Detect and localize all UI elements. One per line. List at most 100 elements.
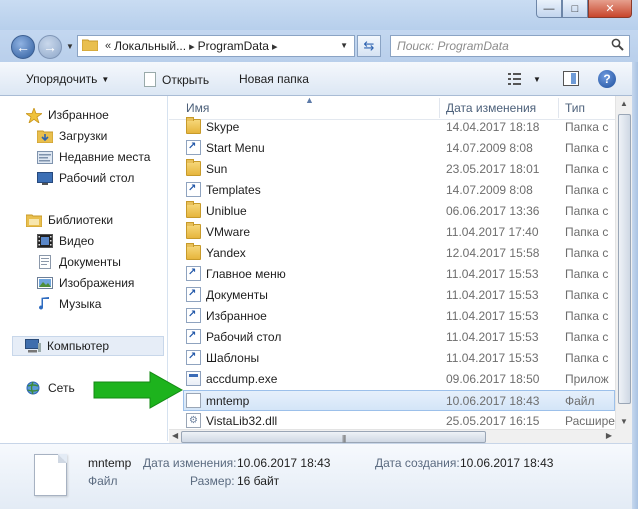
recent-pages-dropdown[interactable]: ▼ <box>66 42 74 51</box>
file-row[interactable]: VistaLib32.dll 25.05.2017 16:15 Расшире <box>169 411 615 429</box>
pictures-icon <box>37 276 53 290</box>
column-header-name[interactable]: Имя <box>186 101 209 115</box>
file-row[interactable]: Рабочий стол 11.04.2017 15:53 Папка с <box>169 327 615 348</box>
sidebar-item-pictures[interactable]: Изображения <box>37 273 166 293</box>
horizontal-scrollbar[interactable]: ◀ ||| ▶ <box>169 429 615 443</box>
breadcrumb-programdata[interactable]: ProgramData <box>198 39 269 53</box>
file-date-modified: 09.06.2017 18:50 <box>446 372 540 386</box>
column-divider[interactable] <box>558 98 559 118</box>
refresh-button[interactable]: ⇆ <box>357 35 381 57</box>
minimize-button[interactable]: — <box>536 0 562 18</box>
file-name: VMware <box>206 225 251 239</box>
file-row[interactable]: Избранное 11.04.2017 15:53 Папка с <box>169 306 615 327</box>
forward-button[interactable]: → <box>38 35 62 59</box>
sidebar-item-label: Избранное <box>48 108 109 122</box>
file-row[interactable]: Skype 14.04.2017 18:18 Папка с <box>169 117 615 138</box>
file-type: Папка с <box>565 330 609 344</box>
search-input[interactable]: Поиск: ProgramData <box>390 35 630 57</box>
sidebar-item-label: Рабочий стол <box>59 171 135 185</box>
shortcut-folder-icon <box>186 287 201 302</box>
open-button[interactable]: Открыть <box>144 72 209 87</box>
new-folder-button[interactable]: Новая папка <box>239 72 309 86</box>
file-date-modified: 25.05.2017 16:15 <box>446 414 540 428</box>
change-view-icon[interactable] <box>508 72 524 86</box>
file-row[interactable]: Sun 23.05.2017 18:01 Папка с <box>169 159 615 180</box>
scroll-right-icon[interactable]: ▶ <box>606 431 612 440</box>
file-row[interactable]: Uniblue 06.06.2017 13:36 Папка с <box>169 201 615 222</box>
column-divider[interactable] <box>439 98 440 118</box>
sidebar-item-libraries[interactable]: Библиотеки <box>25 210 166 230</box>
file-date-modified: 11.04.2017 15:53 <box>446 288 539 302</box>
organize-button[interactable]: Упорядочить ▼ <box>26 72 109 86</box>
details-created-label: Дата создания: <box>375 456 460 470</box>
sidebar-item-documents[interactable]: Документы <box>37 252 166 272</box>
file-date-modified: 14.04.2017 18:18 <box>446 120 540 134</box>
scroll-left-icon[interactable]: ◀ <box>172 431 178 440</box>
sidebar-item-video[interactable]: Видео <box>37 231 166 251</box>
preview-pane-icon[interactable] <box>563 71 579 86</box>
file-row[interactable]: Главное меню 11.04.2017 15:53 Папка с <box>169 264 615 285</box>
details-pane: mntemp Файл Дата изменения: 10.06.2017 1… <box>0 443 632 509</box>
sidebar-item-favorites[interactable]: Избранное <box>24 105 166 125</box>
shortcut-folder-icon <box>186 350 201 365</box>
sidebar-item-label: Музыка <box>59 297 102 311</box>
file-name: Sun <box>206 162 228 176</box>
address-overflow-chevron[interactable]: « <box>105 40 111 52</box>
file-name: Избранное <box>206 309 267 323</box>
file-row[interactable]: Start Menu 14.07.2009 8:08 Папка с <box>169 138 615 159</box>
file-row[interactable]: accdump.exe 09.06.2017 18:50 Прилож <box>169 369 615 390</box>
breadcrumb-separator-icon[interactable]: ▸ <box>272 40 278 53</box>
file-date-modified: 06.06.2017 13:36 <box>446 204 540 218</box>
sidebar-item-label: Изображения <box>59 276 135 290</box>
file-date-modified: 11.04.2017 15:53 <box>446 267 539 281</box>
file-name: Yandex <box>206 246 246 260</box>
shortcut-folder-icon <box>186 140 201 155</box>
view-options-dropdown[interactable]: ▼ <box>533 75 541 84</box>
column-header-date[interactable]: Дата изменения <box>446 101 536 115</box>
help-icon[interactable]: ? <box>598 70 616 88</box>
file-row-selected[interactable]: mntemp 10.06.2017 18:43 Файл <box>183 390 615 411</box>
breadcrumb-separator-icon[interactable]: ▸ <box>189 40 195 53</box>
sort-ascending-icon: ▲ <box>305 96 314 105</box>
sidebar-item-computer[interactable]: Компьютер <box>12 336 164 356</box>
vertical-scroll-thumb[interactable] <box>618 114 631 404</box>
column-header-type[interactable]: Тип <box>565 101 585 115</box>
sidebar-item-recent-places[interactable]: Недавние места <box>37 147 166 167</box>
scroll-up-icon[interactable]: ▲ <box>620 99 628 108</box>
file-thumbnail-icon <box>34 454 67 496</box>
file-name: Start Menu <box>206 141 265 155</box>
file-type: Папка с <box>565 204 609 218</box>
sidebar-item-label: Сеть <box>48 381 75 395</box>
address-dropdown-icon[interactable]: ▼ <box>340 41 348 50</box>
file-list: ▲ Имя Дата изменения Тип Skype 14.04.2017… <box>169 96 615 429</box>
sidebar-item-downloads[interactable]: Загрузки <box>36 126 166 146</box>
sidebar-item-label: Недавние места <box>59 150 151 164</box>
breadcrumb-local-disk[interactable]: Локальный... <box>114 39 186 53</box>
file-type: Прилож <box>565 372 609 386</box>
green-arrow-icon <box>93 371 184 409</box>
navigation-bar: ← → ▼ « Локальный... ▸ ProgramData ▸ ▼ ⇆… <box>0 30 638 62</box>
file-name: accdump.exe <box>206 372 278 386</box>
sidebar-item-music[interactable]: Музыка <box>37 294 166 314</box>
maximize-button[interactable]: □ <box>562 0 588 18</box>
file-row[interactable]: Yandex 12.04.2017 15:58 Папка с <box>169 243 615 264</box>
dll-icon <box>186 413 201 428</box>
vertical-scrollbar[interactable]: ▲ ▼ <box>615 96 632 429</box>
file-date-modified: 14.07.2009 8:08 <box>446 141 533 155</box>
close-button[interactable]: ✕ <box>588 0 632 18</box>
file-name: Рабочий стол <box>206 330 282 344</box>
search-icon[interactable] <box>611 38 624 54</box>
file-row[interactable]: Шаблоны 11.04.2017 15:53 Папка с <box>169 348 615 369</box>
file-name: Uniblue <box>206 204 247 218</box>
file-date-modified: 11.04.2017 15:53 <box>446 309 539 323</box>
back-button[interactable]: ← <box>11 35 35 59</box>
address-bar[interactable]: « Локальный... ▸ ProgramData ▸ ▼ <box>77 35 355 57</box>
scroll-down-icon[interactable]: ▼ <box>620 417 628 426</box>
sidebar-item-label: Документы <box>59 255 121 269</box>
file-name: Templates <box>206 183 261 197</box>
file-row[interactable]: Документы 11.04.2017 15:53 Папка с <box>169 285 615 306</box>
sidebar-item-desktop[interactable]: Рабочий стол <box>37 168 166 188</box>
file-row[interactable]: Templates 14.07.2009 8:08 Папка с <box>169 180 615 201</box>
horizontal-scroll-thumb[interactable]: ||| <box>181 431 486 443</box>
file-row[interactable]: VMware 11.04.2017 17:40 Папка с <box>169 222 615 243</box>
